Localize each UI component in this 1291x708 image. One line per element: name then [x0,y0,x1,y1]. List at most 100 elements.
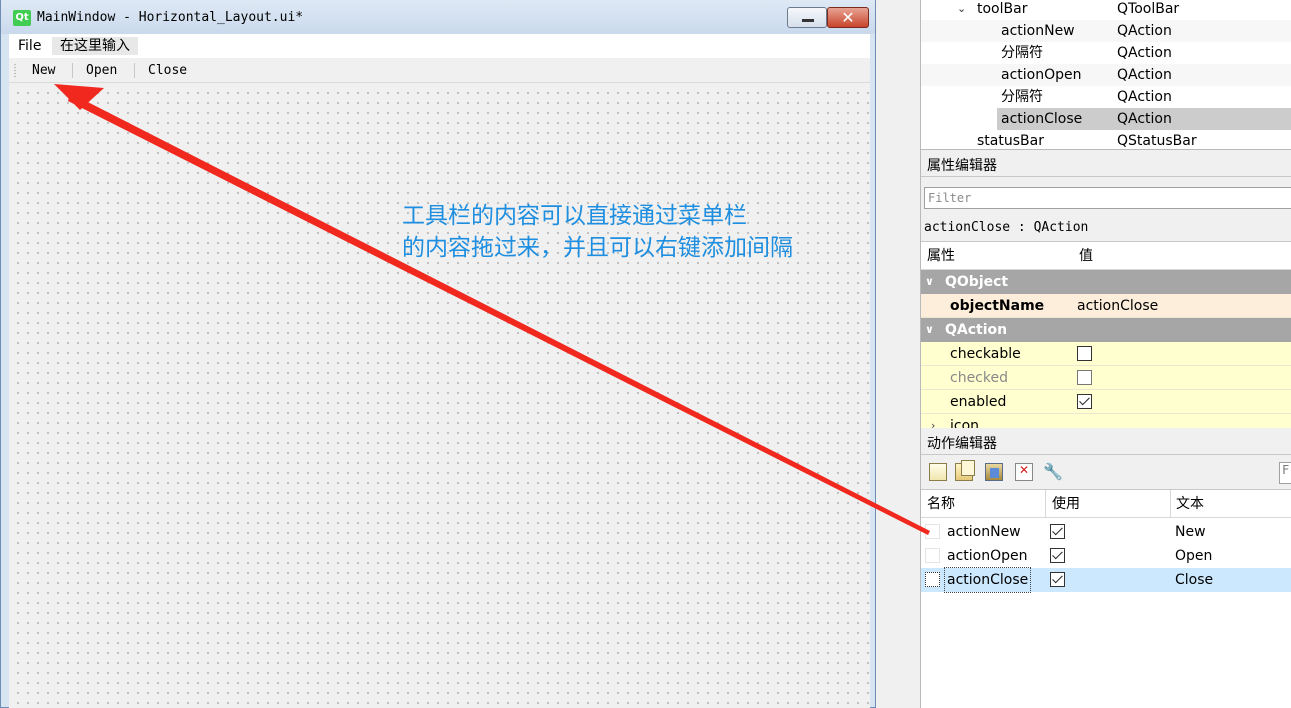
group-name: QAction [945,322,1008,338]
tree-item-name: statusBar [977,133,1044,149]
current-object-label: actionClose : QAction [924,220,1089,235]
action-icon [925,524,940,539]
prop-name: objectName [950,298,1045,314]
prop-row-enabled[interactable]: enabled [921,390,1291,414]
action-name: actionClose [943,567,1032,593]
toolbar-close-button[interactable]: Close [148,63,187,79]
form-window: Qt MainWindow - Horizontal_Layout.ui* ✕ … [0,0,876,708]
action-row[interactable]: actionOpen Open [921,544,1291,568]
chevron-right-icon[interactable]: › [931,414,935,428]
action-row-selected[interactable]: actionClose Close [921,567,1291,593]
prop-name: checked [950,370,1008,386]
toolbar-open-button[interactable]: Open [86,63,117,79]
chevron-down-icon[interactable]: ∨ [925,318,934,342]
prop-row-icon[interactable]: › icon [921,414,1291,428]
tree-item-name: actionOpen [1001,67,1082,83]
used-checkbox[interactable] [1050,572,1065,587]
copy-action-icon[interactable] [955,460,975,481]
action-editor-toolbar: 🔧 [921,457,1291,487]
chevron-down-icon[interactable]: ∨ [925,270,934,294]
property-editor-title: 属性编辑器 [921,155,1291,177]
action-table-header: 名称 使用 文本 [921,490,1291,518]
minimize-button[interactable] [787,7,827,28]
central-widget-grid[interactable] [9,84,870,708]
tree-item-class: QToolBar [1117,1,1180,17]
prop-value[interactable]: actionClose [1077,294,1158,318]
group-qaction[interactable]: ∨ QAction [921,318,1291,342]
tree-item-class: QAction [1115,108,1291,130]
prop-row-checkable[interactable]: checkable [921,342,1291,366]
tree-item-name: actionNew [1001,23,1075,39]
qt-logo-icon: Qt [13,10,31,26]
action-row[interactable]: actionNew New [921,520,1291,544]
header-value: 值 [1079,248,1093,264]
header-text: 文本 [1176,496,1204,512]
action-text: Open [1175,548,1213,564]
action-icon [925,548,940,563]
column-divider [1045,490,1046,518]
window-title: MainWindow - Horizontal_Layout.ui* [37,10,304,25]
chevron-down-icon[interactable]: ⌄ [957,0,966,20]
paste-action-icon[interactable] [985,463,1003,481]
tool-bar: New Open Close [9,58,870,83]
action-icon [925,572,940,587]
property-table-header: 属性 值 [921,242,1291,270]
column-divider [1170,490,1171,518]
header-name: 名称 [927,496,955,512]
main-window-client: File 在这里输入 New Open Close [9,34,870,708]
menu-bar: File 在这里输入 [9,34,870,58]
object-inspector-tree: ⌄ toolBar QToolBar actionNew QAction 分隔符… [921,0,1291,150]
close-button[interactable]: ✕ [827,7,869,28]
tree-row[interactable]: 分隔符 QAction [921,42,1291,64]
action-editor-title: 动作编辑器 [921,433,1291,455]
menu-file[interactable]: File [12,37,47,55]
tree-row[interactable]: 分隔符 QAction [921,86,1291,108]
toolbar-separator [72,63,73,78]
tree-item-class: QAction [1117,67,1172,83]
prop-row-checked[interactable]: checked [921,366,1291,390]
checked-checkbox[interactable] [1077,370,1092,385]
right-dock-panel: ⌄ toolBar QToolBar actionNew QAction 分隔符… [920,0,1291,708]
action-text: New [1175,524,1206,540]
menu-type-here[interactable]: 在这里输入 [52,37,138,55]
title-bar: Qt MainWindow - Horizontal_Layout.ui* ✕ [1,0,875,34]
property-table: 属性 值 ∨ QObject objectName actionClose ∨ … [921,241,1291,428]
tree-item-name: 分隔符 [1001,89,1043,105]
designer-canvas: Qt MainWindow - Horizontal_Layout.ui* ✕ … [0,0,918,708]
enabled-checkbox[interactable] [1077,394,1092,409]
new-action-icon[interactable] [929,463,947,481]
annotation-line-2: 的内容拖过来，并且可以右键添加间隔 [402,235,793,261]
toolbar-separator [134,63,135,78]
group-qobject[interactable]: ∨ QObject [921,270,1291,294]
toolbar-new-button[interactable]: New [32,63,55,79]
prop-name: icon [950,418,980,428]
action-name: actionOpen [947,548,1028,564]
delete-action-icon[interactable] [1015,463,1033,481]
tree-row[interactable]: ⌄ toolBar QToolBar [921,0,1291,20]
tree-item-class: QAction [1117,89,1172,105]
prop-row-objectname[interactable]: objectName actionClose [921,294,1291,318]
tree-item-class: QAction [1117,45,1172,61]
action-text: Close [1175,572,1214,588]
close-icon: ✕ [841,8,855,27]
configure-wrench-icon[interactable]: 🔧 [1043,463,1065,481]
tree-item-class: QStatusBar [1117,133,1197,149]
checkable-checkbox[interactable] [1077,346,1092,361]
tree-item-name: 分隔符 [1001,45,1043,61]
tree-row[interactable]: actionNew QAction [921,20,1291,42]
prop-name: checkable [950,346,1021,362]
header-used: 使用 [1052,496,1080,512]
toolbar-grip-handle[interactable] [14,63,16,78]
tree-row[interactable]: actionOpen QAction [921,64,1291,86]
tree-row[interactable]: statusBar QStatusBar [921,130,1291,149]
action-name: actionNew [947,524,1021,540]
group-name: QObject [945,274,1009,290]
used-checkbox[interactable] [1050,524,1065,539]
annotation-line-1: 工具栏的内容可以直接通过菜单栏 [402,203,747,229]
tree-row-selected[interactable]: actionClose QAction [921,108,1291,130]
annotation-text: 工具栏的内容可以直接通过菜单栏 的内容拖过来，并且可以右键添加间隔 [402,200,793,264]
action-table: 名称 使用 文本 actionNew New actionOpen Open a… [921,489,1291,708]
property-filter-input[interactable] [924,187,1291,209]
used-checkbox[interactable] [1050,548,1065,563]
action-filter-input[interactable]: F [1279,462,1291,484]
